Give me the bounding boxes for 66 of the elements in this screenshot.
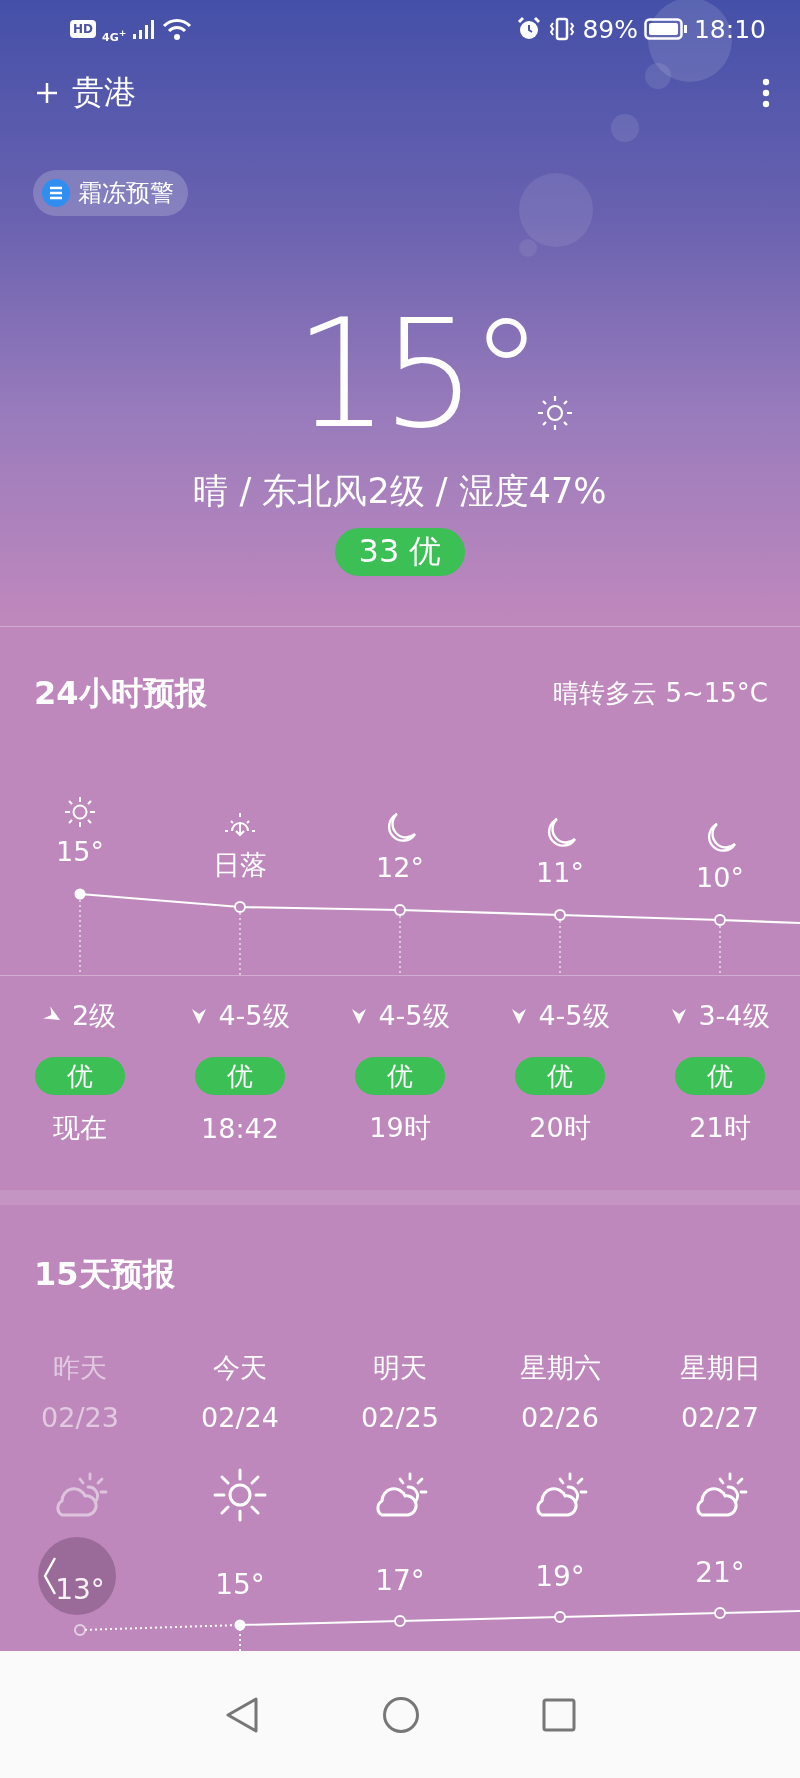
network-type: 4G$^{+}$	[102, 26, 127, 44]
day-date: 02/23	[41, 1402, 119, 1433]
day-date: 02/24	[201, 1402, 279, 1433]
hour-temperature: 10°	[696, 861, 744, 895]
hour-time: 18:42	[201, 1112, 279, 1144]
hour-temperature: 12°	[376, 851, 424, 885]
battery-icon	[643, 18, 688, 40]
air-quality-badge: 优	[195, 1057, 285, 1095]
day-name: 明天	[373, 1350, 427, 1385]
list-icon	[42, 179, 70, 207]
recents-nav-icon[interactable]	[542, 1697, 576, 1732]
wind-direction-icon	[350, 1007, 369, 1025]
hour-time: 20时	[529, 1111, 591, 1145]
frost-warning-chip[interactable]: 霜冻预警	[33, 170, 188, 216]
hour-time: 21时	[689, 1111, 751, 1145]
hour-time: 现在	[53, 1111, 107, 1145]
wind-level: 4-5级	[378, 999, 450, 1033]
day-high-temperature: 13°	[55, 1572, 105, 1608]
wind-level: 4-5级	[218, 999, 290, 1033]
wind-level: 3-4级	[698, 999, 770, 1033]
day-summary: 晴转多云 5~15°C	[553, 677, 768, 710]
hour-temperature: 15°	[56, 835, 104, 869]
day-date: 02/26	[521, 1402, 599, 1433]
day-high-temperature: 15°	[215, 1567, 265, 1603]
section-title: 24小时预报	[34, 672, 207, 714]
sun-icon	[212, 1467, 268, 1523]
more-menu-icon[interactable]	[762, 78, 770, 108]
add-location-button[interactable]	[36, 82, 58, 104]
section-title: 15天预报	[34, 1254, 175, 1295]
sun-icon	[535, 394, 574, 432]
alarm-icon	[516, 16, 543, 42]
wind-level: 4-5级	[538, 999, 610, 1033]
home-nav-icon[interactable]	[382, 1695, 420, 1734]
day-high-temperature: 17°	[375, 1563, 425, 1599]
vibrate-icon	[548, 17, 577, 41]
air-quality-badge[interactable]: 33 优	[334, 528, 466, 576]
air-quality-badge: 优	[355, 1057, 445, 1095]
day-name: 今天	[213, 1350, 267, 1385]
chevron-left-icon	[43, 1556, 57, 1596]
wind-direction-icon	[670, 1007, 689, 1025]
day-high-temperature: 19°	[535, 1559, 585, 1595]
hd-badge: HD	[70, 20, 96, 38]
air-quality-badge: 优	[675, 1057, 765, 1095]
day-high-temperature: 21°	[695, 1555, 745, 1591]
signal-icon	[132, 18, 157, 40]
day-date: 02/25	[361, 1402, 439, 1433]
battery-percentage: 89%	[582, 14, 638, 44]
air-quality-badge: 优	[35, 1057, 125, 1095]
clock-time: 18:10	[693, 14, 766, 44]
day-name: 昨天	[53, 1350, 107, 1385]
sun-icon	[62, 794, 98, 830]
day-date: 02/27	[681, 1402, 759, 1433]
air-quality-badge: 优	[515, 1057, 605, 1095]
hour-time: 19时	[369, 1111, 431, 1145]
wifi-icon	[162, 17, 193, 41]
city-name: 贵港	[72, 72, 136, 113]
wind-level: 2级	[71, 999, 117, 1033]
hour-temperature: 日落	[213, 848, 267, 882]
hour-temperature: 11°	[536, 856, 584, 890]
day-name: 星期六	[519, 1350, 601, 1385]
wind-direction-icon	[190, 1007, 209, 1025]
current-temperature: 15°	[294, 286, 536, 463]
back-nav-icon[interactable]	[224, 1695, 260, 1734]
wind-direction-icon	[510, 1007, 529, 1025]
weather-summary: 晴 / 东北风2级 / 湿度47%	[193, 470, 607, 513]
day-name: 星期日	[679, 1350, 761, 1385]
